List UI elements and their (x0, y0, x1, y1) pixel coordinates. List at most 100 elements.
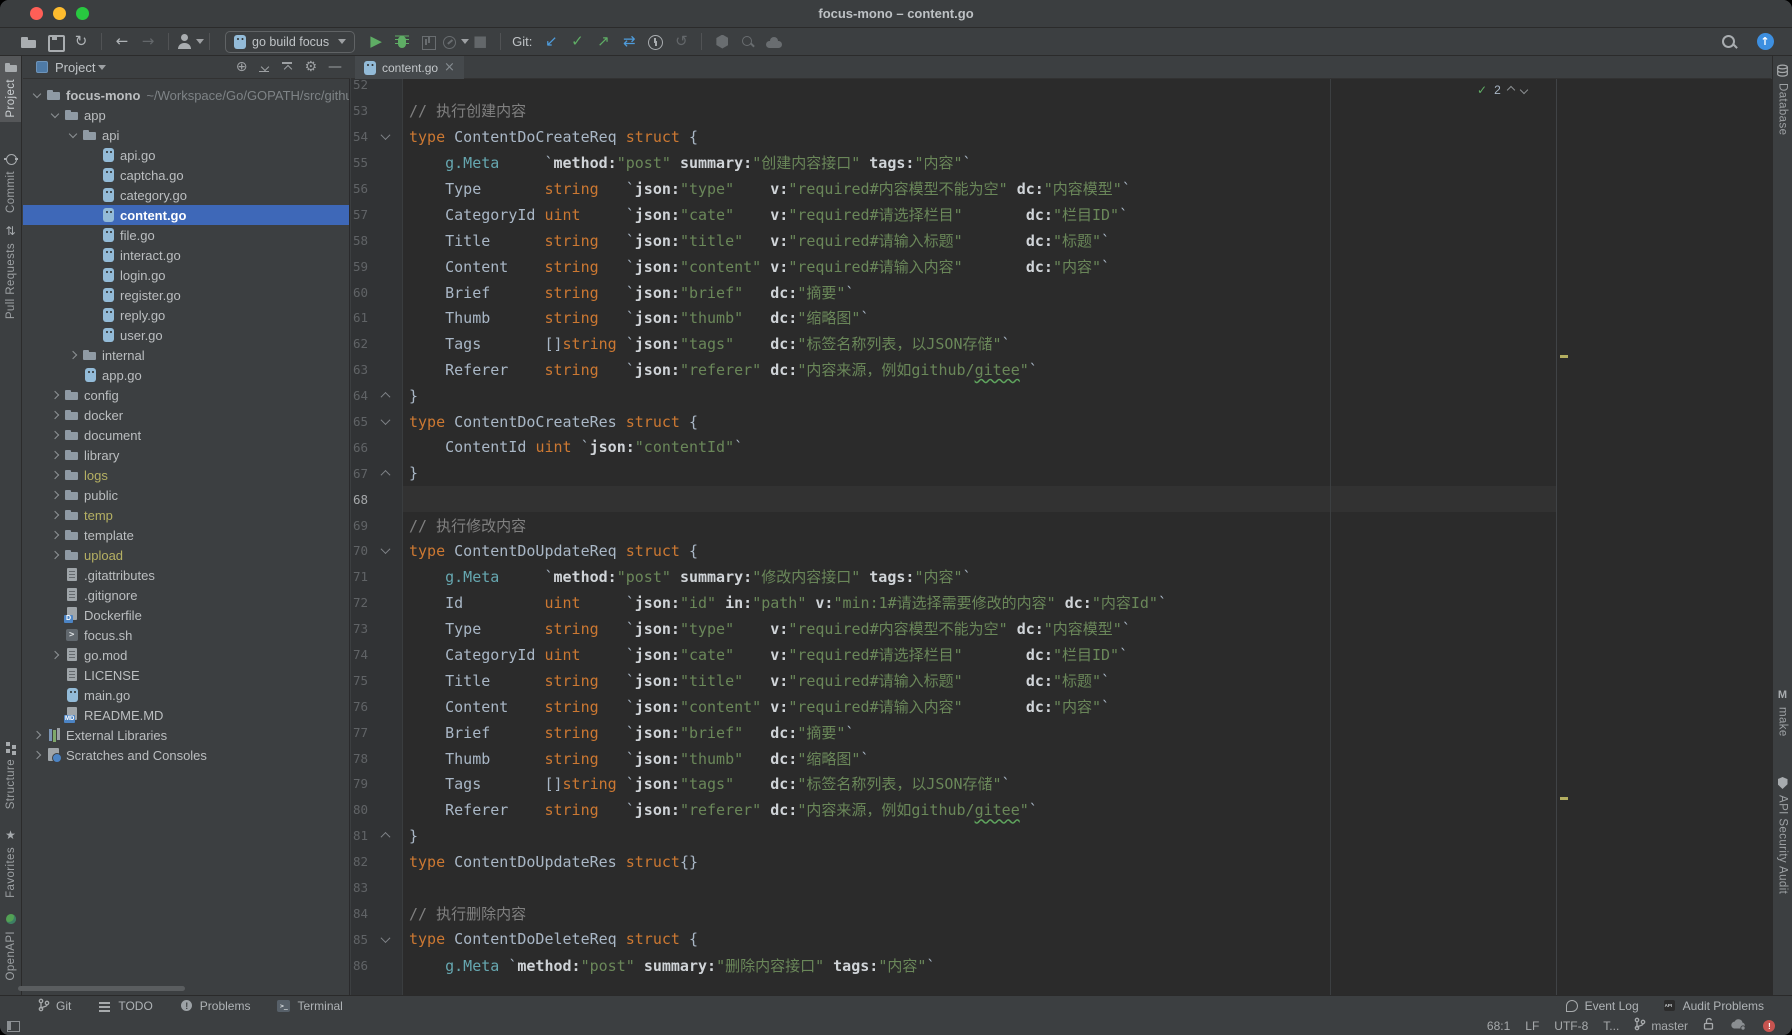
toolwindow-button-git[interactable]: Git (38, 998, 71, 1015)
tree-item-temp[interactable]: temp (23, 505, 349, 525)
fold-open-icon[interactable] (381, 933, 391, 943)
editor-line-82[interactable]: 82type ContentDoUpdateRes struct{} (351, 849, 1772, 875)
tree-item-content-go[interactable]: content.go (23, 205, 349, 225)
editor-line-53[interactable]: 53// 执行创建内容 (351, 98, 1772, 124)
tree-item-document[interactable]: document (23, 425, 349, 445)
line-number[interactable]: 58 (351, 233, 368, 248)
tree-item-main-go[interactable]: main.go (23, 685, 349, 705)
line-number[interactable]: 63 (351, 362, 368, 377)
editor-line-56[interactable]: 56 Type string `json:"type" v:"required#… (351, 176, 1772, 202)
close-icon[interactable]: × (444, 61, 455, 74)
tree-item-focus-sh[interactable]: focus.sh (23, 625, 349, 645)
editor-line-61[interactable]: 61 Thumb string `json:"thumb" dc:"缩略图"` (351, 305, 1772, 331)
editor-line-59[interactable]: 59 Content string `json:"content" v:"req… (351, 253, 1772, 279)
line-number[interactable]: 73 (351, 621, 368, 636)
editor-line-79[interactable]: 79 Tags []string `json:"tags" dc:"标签名称列表… (351, 771, 1772, 797)
editor-line-84[interactable]: 84// 执行删除内容 (351, 901, 1772, 927)
line-number[interactable]: 66 (351, 440, 368, 455)
stripe-item-api-security-audit[interactable]: API Security Audit (1773, 772, 1792, 898)
line-number[interactable]: 85 (351, 932, 368, 947)
rollback-button[interactable]: ↺ (668, 30, 694, 54)
chevron-right-icon[interactable] (49, 429, 62, 442)
tree-item-app[interactable]: app (23, 105, 349, 125)
editor-line-70[interactable]: 70type ContentDoUpdateReq struct { (351, 538, 1772, 564)
line-number[interactable]: 82 (351, 854, 368, 869)
fold-open-icon[interactable] (381, 545, 391, 555)
editor-line-65[interactable]: 65type ContentDoCreateRes struct { (351, 409, 1772, 435)
editor-line-67[interactable]: 67} (351, 460, 1772, 486)
tree-item-interact-go[interactable]: interact.go (23, 245, 349, 265)
chevron-down-icon[interactable] (31, 89, 44, 102)
stripe-item-structure[interactable]: Structure (0, 736, 21, 813)
project-view-selector[interactable]: Project (55, 60, 95, 75)
tree-item-go-mod[interactable]: go.mod (23, 645, 349, 665)
toolwindow-button-problems[interactable]: Problems (180, 999, 251, 1013)
status-git-branch[interactable]: master (1634, 1017, 1688, 1034)
editor[interactable]: 5253// 执行创建内容54type ContentDoCreateReq s… (351, 79, 1772, 995)
chevron-down-icon[interactable] (98, 65, 106, 70)
editor-line-58[interactable]: 58 Title string `json:"title" v:"require… (351, 227, 1772, 253)
fold-open-icon[interactable] (381, 130, 391, 140)
forward-button[interactable]: → (135, 30, 161, 54)
editor-line-64[interactable]: 64} (351, 383, 1772, 409)
tree-item-user-go[interactable]: user.go (23, 325, 349, 345)
back-button[interactable]: ← (109, 30, 135, 54)
status-encoding[interactable]: UTF-8 (1554, 1019, 1588, 1033)
git-push-button[interactable]: ↗ (590, 30, 616, 54)
editor-line-57[interactable]: 57 CategoryId uint `json:"cate" v:"requi… (351, 201, 1772, 227)
line-number[interactable]: 55 (351, 155, 368, 170)
editor-line-76[interactable]: 76 Content string `json:"content" v:"req… (351, 693, 1772, 719)
tree-item-scratches-and-consoles[interactable]: Scratches and Consoles (23, 745, 349, 765)
editor-line-77[interactable]: 77 Brief string `json:"brief" dc:"摘要"` (351, 719, 1772, 745)
line-number[interactable]: 80 (351, 802, 368, 817)
settings-gear-button[interactable]: ⚙ (304, 60, 317, 74)
line-number[interactable]: 74 (351, 647, 368, 662)
chevron-right-icon[interactable] (49, 449, 62, 462)
line-number[interactable]: 84 (351, 906, 368, 921)
tree-item-register-go[interactable]: register.go (23, 285, 349, 305)
fold-end-icon[interactable] (381, 470, 391, 480)
editor-line-69[interactable]: 69// 执行修改内容 (351, 512, 1772, 538)
editor-line-78[interactable]: 78 Thumb string `json:"thumb" dc:"缩略图"` (351, 745, 1772, 771)
editor-line-80[interactable]: 80 Referer string `json:"referer" dc:"内容… (351, 797, 1772, 823)
chevron-down-icon[interactable] (49, 109, 62, 122)
collapse-all-button[interactable] (281, 61, 293, 73)
locate-file-button[interactable]: ⊕ (236, 60, 248, 74)
editor-line-63[interactable]: 63 Referer string `json:"referer" dc:"内容… (351, 357, 1772, 383)
status-caret-position[interactable]: 68:1 (1487, 1019, 1510, 1033)
warning-stripe-mark[interactable] (1560, 797, 1568, 800)
fold-marker[interactable] (368, 418, 403, 425)
status-lock[interactable] (1703, 1017, 1715, 1034)
chevron-right-icon[interactable] (49, 409, 62, 422)
editor-line-74[interactable]: 74 CategoryId uint `json:"cate" v:"requi… (351, 642, 1772, 668)
tree-item-category-go[interactable]: category.go (23, 185, 349, 205)
line-number[interactable]: 68 (351, 492, 368, 507)
chevron-right-icon[interactable] (31, 749, 44, 762)
tree-item-readme-md[interactable]: README.MD (23, 705, 349, 725)
line-number[interactable]: 81 (351, 828, 368, 843)
chevron-right-icon[interactable] (49, 649, 62, 662)
line-number[interactable]: 52 (351, 79, 368, 92)
line-number[interactable]: 71 (351, 569, 368, 584)
line-number[interactable]: 61 (351, 310, 368, 325)
line-number[interactable]: 69 (351, 518, 368, 533)
status-fatal-errors[interactable] (1762, 1019, 1776, 1033)
git-merge-button[interactable]: ⇄ (616, 30, 642, 54)
editor-line-83[interactable]: 83 (351, 875, 1772, 901)
coverage-button[interactable] (415, 30, 441, 54)
history-button[interactable] (642, 30, 668, 54)
stop-button[interactable]: ■ (467, 30, 493, 54)
inspections-widget[interactable]: ✓ 2 (1477, 82, 1527, 98)
line-number[interactable]: 79 (351, 776, 368, 791)
project-hscrollbar[interactable] (18, 986, 185, 991)
chevron-right-icon[interactable] (49, 509, 62, 522)
tree-item-app-go[interactable]: app.go (23, 365, 349, 385)
save-button[interactable] (42, 30, 68, 54)
fold-marker[interactable] (368, 392, 403, 399)
sync-button[interactable]: ↻ (68, 30, 94, 54)
chevron-right-icon[interactable] (49, 389, 62, 402)
run-configuration-select[interactable]: go build focus (225, 31, 355, 53)
line-number[interactable]: 67 (351, 466, 368, 481)
expand-all-button[interactable] (258, 61, 270, 73)
tree-item-external-libraries[interactable]: External Libraries (23, 725, 349, 745)
